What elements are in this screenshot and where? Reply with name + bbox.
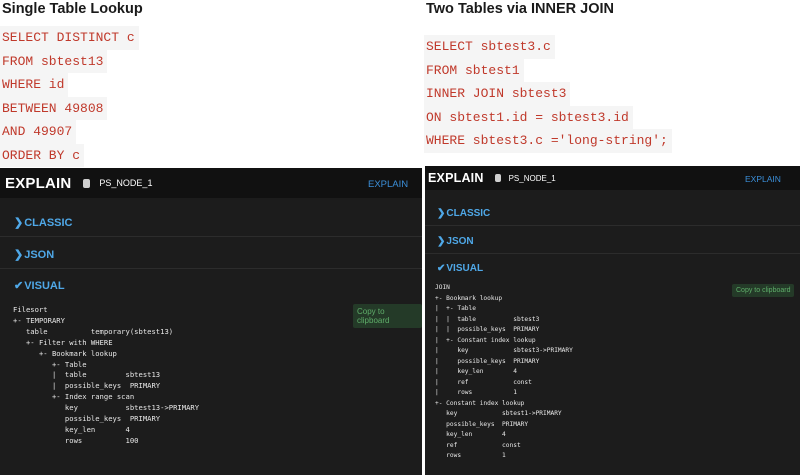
plan-line: rows 1 <box>435 452 506 459</box>
node-name[interactable]: PS_NODE_1 <box>509 174 556 183</box>
sql-line: WHERE id <box>0 73 69 97</box>
plan-line: rows 100 <box>13 435 139 445</box>
plan-line: possible_keys PRIMARY <box>435 420 529 428</box>
right-title: Two Tables via INNER JOIN <box>426 1 615 17</box>
sql-line: WHERE sbtest3.c ='long-string'; <box>424 129 672 153</box>
explain-link[interactable]: EXPLAIN <box>368 179 408 190</box>
plan-line: +- Filter with WHERE <box>13 337 113 347</box>
right-sql-query: SELECT sbtest3.c FROM sbtest1 INNER JOIN… <box>424 35 672 153</box>
plan-line: | table sbtest13 <box>13 370 161 380</box>
section-json[interactable]: ❯JSON <box>425 227 800 254</box>
left-title: Single Table Lookup <box>2 1 143 17</box>
explain-title: EXPLAIN <box>5 174 72 192</box>
plan-line: table temporary(sbtest13) <box>13 326 174 336</box>
database-icon <box>494 174 501 182</box>
section-visual-label: VISUAL <box>24 280 65 292</box>
sql-line: ON sbtest1.id = sbtest3.id <box>424 105 633 129</box>
right-explain-panel: EXPLAIN PS_NODE_1 EXPLAIN ❯CLASSIC ❯JSON… <box>425 166 800 475</box>
section-visual-label: VISUAL <box>446 263 484 274</box>
plan-line: | possible_keys PRIMARY <box>435 357 540 365</box>
sql-line: BETWEEN 49808 <box>0 96 108 120</box>
sql-line: SELECT sbtest3.c <box>424 35 555 59</box>
plan-line: key sbtest1->PRIMARY <box>435 410 562 417</box>
plan-line: key sbtest13->PRIMARY <box>13 403 200 413</box>
plan-line: +- TEMPORARY <box>13 315 65 325</box>
sql-line: SELECT DISTINCT c <box>0 26 139 50</box>
plan-line: ref const <box>435 441 521 449</box>
plan-line: | rows 1 <box>435 389 517 396</box>
sql-line: INNER JOIN sbtest3 <box>424 82 571 106</box>
sql-line: ORDER BY c <box>0 143 85 167</box>
plan-line: JOIN <box>435 284 450 291</box>
copy-to-clipboard-button[interactable]: Copy to clipboard <box>732 284 795 297</box>
plan-line: | possible_keys PRIMARY <box>13 381 161 391</box>
chevron-right-icon: ❯ <box>14 249 24 261</box>
chevron-right-icon: ❯ <box>14 217 24 229</box>
node-name[interactable]: PS_NODE_1 <box>99 178 152 188</box>
left-sql-query: SELECT DISTINCT c FROM sbtest13 WHERE id… <box>0 26 139 167</box>
sql-line: FROM sbtest1 <box>424 58 524 82</box>
plan-line: | +- Table <box>435 305 476 312</box>
plan-line: | | table sbtest3 <box>435 315 540 323</box>
plan-line: | ref const <box>435 378 532 386</box>
chevron-right-icon: ❯ <box>437 208 446 219</box>
sql-line: FROM sbtest13 <box>0 49 108 73</box>
database-icon <box>83 178 91 188</box>
plan-line: +- Table <box>13 359 87 369</box>
plan-line: +- Index range scan <box>13 392 135 402</box>
plan-line: +- Bookmark lookup <box>13 348 117 358</box>
plan-line: | | possible_keys PRIMARY <box>435 326 540 333</box>
plan-line: | key_len 4 <box>435 368 517 375</box>
copy-to-clipboard-button[interactable]: Copy to clipboard <box>353 304 422 328</box>
plan-line: +- Constant index lookup <box>435 399 525 407</box>
sql-line: AND 49907 <box>0 120 77 144</box>
plan-line: possible_keys PRIMARY <box>13 414 161 424</box>
explain-title: EXPLAIN <box>428 171 484 185</box>
plan-line: Filesort <box>13 305 48 314</box>
section-classic[interactable]: ❯CLASSIC <box>0 206 422 237</box>
section-visual[interactable]: ✔VISUAL <box>0 270 422 296</box>
panel-header: EXPLAIN PS_NODE_1 <box>425 166 800 190</box>
visual-plan: JOIN +- Bookmark lookup | +- Table | | t… <box>435 283 573 462</box>
plan-line: key_len 4 <box>13 424 130 434</box>
section-json-label: JSON <box>24 249 55 261</box>
left-explain-panel: EXPLAIN PS_NODE_1 EXPLAIN ❯CLASSIC ❯JSON… <box>0 168 422 475</box>
section-classic-label: CLASSIC <box>24 217 73 229</box>
section-json-label: JSON <box>446 236 474 247</box>
section-json[interactable]: ❯JSON <box>0 238 422 269</box>
section-visual[interactable]: ✔VISUAL <box>425 255 800 279</box>
visual-plan: Filesort +- TEMPORARY table temporary(sb… <box>13 305 199 447</box>
explain-link[interactable]: EXPLAIN <box>745 174 781 184</box>
section-classic-label: CLASSIC <box>446 208 491 219</box>
plan-line: key_len 4 <box>435 431 506 438</box>
section-classic[interactable]: ❯CLASSIC <box>425 199 800 226</box>
chevron-down-icon: ✔ <box>14 280 24 292</box>
plan-line: +- Bookmark lookup <box>435 294 503 302</box>
chevron-down-icon: ✔ <box>437 263 446 274</box>
panel-header: EXPLAIN PS_NODE_1 <box>0 168 422 198</box>
plan-line: | key sbtest3->PRIMARY <box>435 347 573 354</box>
plan-line: | +- Constant index lookup <box>435 336 536 344</box>
chevron-right-icon: ❯ <box>437 236 446 247</box>
